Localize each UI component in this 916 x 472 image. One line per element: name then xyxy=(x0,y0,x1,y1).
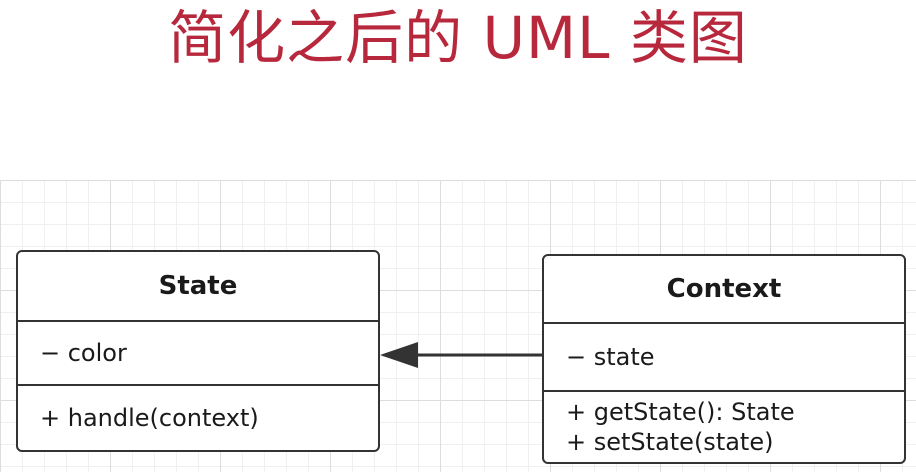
uml-class-state[interactable]: State − color + handle(context) xyxy=(16,250,380,452)
uml-class-context[interactable]: Context − state + getState(): State + se… xyxy=(542,254,906,464)
attribute-state: − state xyxy=(566,343,655,371)
operations-section-state: + handle(context) xyxy=(18,386,378,449)
operation-handle: + handle(context) xyxy=(40,403,259,432)
class-name-context: Context xyxy=(544,256,904,324)
association-arrow[interactable] xyxy=(378,332,546,378)
arrow-head xyxy=(380,342,418,368)
operations-section-context: + getState(): State + setState(state) xyxy=(544,392,904,461)
operation-set-state: + setState(state) xyxy=(566,427,774,456)
diagram-title: 简化之后的 UML 类图 xyxy=(168,4,748,72)
attributes-section-state: − color xyxy=(18,322,378,386)
class-name-state: State xyxy=(18,252,378,322)
attribute-color: − color xyxy=(40,339,127,367)
operation-get-state: + getState(): State xyxy=(566,397,795,426)
attributes-section-context: − state xyxy=(544,324,904,392)
